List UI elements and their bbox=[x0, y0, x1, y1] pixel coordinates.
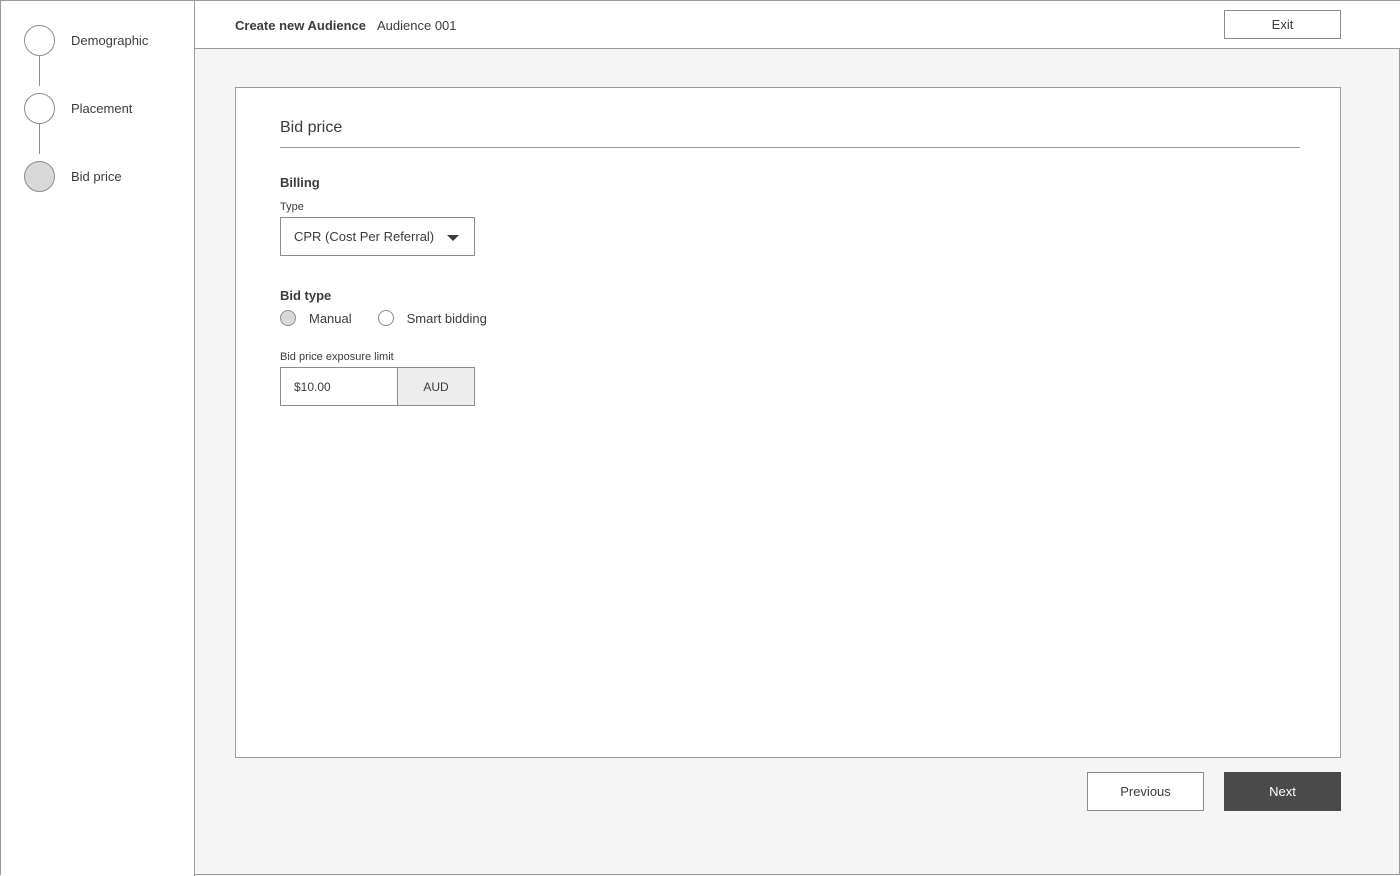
radio-unchecked-icon bbox=[377, 310, 394, 326]
step-label: Placement bbox=[71, 100, 133, 116]
card-divider bbox=[280, 147, 1300, 148]
step-circle-icon bbox=[24, 92, 55, 124]
exposure-limit-field: AUD bbox=[280, 367, 475, 406]
step-demographic[interactable]: Demographic bbox=[24, 24, 148, 56]
radio-label: Manual bbox=[309, 310, 352, 326]
billing-section-label: Billing bbox=[280, 175, 320, 190]
top-header: Create new Audience Audience 001 Exit bbox=[195, 1, 1400, 49]
step-bid-price[interactable]: Bid price bbox=[24, 160, 122, 192]
step-label: Demographic bbox=[71, 32, 149, 48]
radio-smart-bidding[interactable]: Smart bidding bbox=[377, 310, 487, 326]
radio-manual[interactable]: Manual bbox=[280, 310, 352, 326]
exposure-limit-input[interactable] bbox=[280, 367, 397, 406]
bid-type-section-label: Bid type bbox=[280, 288, 332, 303]
card-title: Bid price bbox=[280, 119, 343, 136]
type-field-label: Type bbox=[280, 201, 304, 213]
step-circle-icon bbox=[24, 24, 55, 56]
page-title: Create new Audience bbox=[235, 18, 367, 33]
step-connector bbox=[39, 56, 40, 86]
billing-type-value: CPR (Cost Per Referral) bbox=[294, 229, 435, 244]
step-label: Bid price bbox=[71, 168, 122, 184]
next-button[interactable]: Next bbox=[1224, 772, 1341, 811]
bid-price-card: Bid price Billing Type CPR (Cost Per Ref… bbox=[235, 87, 1341, 758]
previous-button[interactable]: Previous bbox=[1087, 772, 1204, 811]
currency-addon: AUD bbox=[397, 367, 475, 406]
sidebar-stepper: Demographic Placement Bid price bbox=[1, 1, 195, 876]
exposure-limit-label: Bid price exposure limit bbox=[280, 351, 394, 363]
billing-type-select[interactable]: CPR (Cost Per Referral) bbox=[280, 217, 475, 256]
radio-checked-icon bbox=[280, 310, 296, 326]
step-placement[interactable]: Placement bbox=[24, 92, 132, 124]
exit-button[interactable]: Exit bbox=[1224, 10, 1341, 39]
audience-name: Audience 001 bbox=[377, 18, 457, 33]
step-circle-active-icon bbox=[24, 160, 55, 192]
radio-label: Smart bidding bbox=[406, 310, 487, 326]
caret-down-icon bbox=[447, 235, 459, 241]
app-frame: Demographic Placement Bid price Create n… bbox=[0, 0, 1400, 876]
bid-type-radio-group: Manual Smart bidding bbox=[280, 310, 513, 326]
step-connector bbox=[39, 124, 40, 154]
